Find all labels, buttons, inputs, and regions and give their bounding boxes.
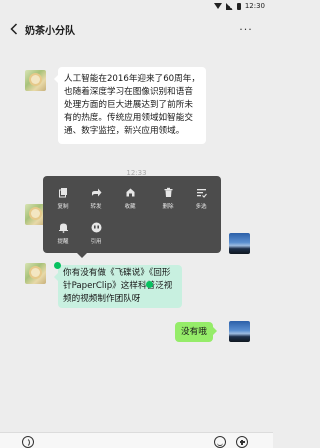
chevron-left-icon (10, 23, 18, 35)
menu-item-quote[interactable]: 引用 (80, 219, 112, 247)
emoji-icon[interactable] (214, 436, 226, 448)
message-bubble[interactable]: 没有哦 (175, 322, 217, 342)
chat-title: 奶茶小分队 (25, 26, 75, 37)
context-menu: 复制 转发 收藏 删除 多选 提醒 引用 (43, 176, 221, 258)
message-bubble-selected[interactable]: 你有没有做《飞碟说》《回形针PaperClip》这样科普泛视频的视频制作团队呀 (54, 265, 182, 308)
delete-icon (162, 186, 174, 198)
back-button[interactable] (6, 19, 22, 39)
plus-icon[interactable] (236, 436, 248, 448)
wifi-icon (213, 3, 222, 9)
copy-icon (57, 186, 69, 198)
menu-item-remind[interactable]: 提醒 (47, 219, 79, 247)
input-bar (0, 432, 273, 448)
message-bubble[interactable]: 人工智能在2016年迎来了60周年，也随着深度学习在图像识别和语音处理方面的巨大… (54, 67, 206, 144)
forward-icon (90, 186, 102, 198)
message-text: 没有哦 (181, 327, 207, 337)
message-text: 你有没有做《飞碟说》《回形针PaperClip》这样科普泛视频的视频制作团队呀 (63, 268, 173, 304)
menu-item-forward[interactable]: 转发 (80, 184, 112, 212)
menu-item-delete[interactable]: 删除 (152, 184, 184, 212)
battery-icon (236, 2, 241, 10)
avatar[interactable] (25, 263, 46, 284)
status-icons: 12:30 (213, 2, 265, 10)
more-icon[interactable]: ··· (237, 19, 255, 39)
status-time: 12:30 (244, 2, 265, 10)
remind-icon (57, 221, 69, 233)
multiselect-icon (195, 186, 207, 198)
avatar[interactable] (25, 70, 46, 91)
voice-icon[interactable] (22, 436, 34, 448)
favorite-icon (124, 186, 136, 198)
selection-end-handle[interactable] (146, 281, 153, 288)
menu-item-copy[interactable]: 复制 (47, 184, 79, 212)
selection-start-handle[interactable] (54, 262, 61, 269)
quote-icon (90, 221, 102, 233)
signal-icon (225, 2, 233, 10)
avatar[interactable] (229, 233, 250, 254)
avatar[interactable] (229, 321, 250, 342)
status-bar: 12:30 (0, 0, 273, 14)
chat-header: 奶茶小分队 ··· (0, 14, 273, 44)
menu-item-multiselect[interactable]: 多选 (185, 184, 217, 212)
message-text: 人工智能在2016年迎来了60周年，也随着深度学习在图像识别和语音处理方面的巨大… (64, 74, 200, 136)
menu-item-favorite[interactable]: 收藏 (114, 184, 146, 212)
